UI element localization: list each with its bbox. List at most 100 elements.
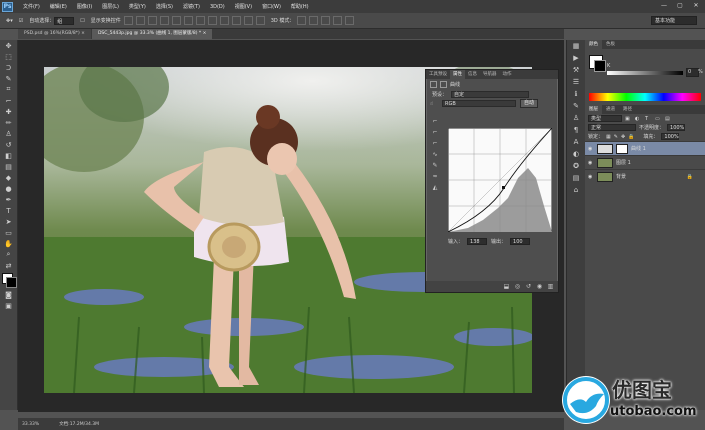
filter-pixel-icon[interactable]: ▣ <box>625 116 632 122</box>
shape-tool-icon[interactable]: ▭ <box>0 227 17 238</box>
distribute-right-icon[interactable] <box>255 16 265 25</box>
auto-select-checkbox[interactable]: ☑ <box>19 18 23 24</box>
align-bottom-icon[interactable] <box>147 16 157 25</box>
preset-dropdown[interactable]: 自定 <box>451 91 530 98</box>
layer-kind-filter[interactable]: 类型 <box>588 115 622 122</box>
type-tool-icon[interactable]: T <box>0 205 17 216</box>
output-field[interactable]: 100 <box>510 238 531 245</box>
black-point-eyedropper-icon[interactable]: ⌐ <box>430 118 440 129</box>
clone-source-panel-icon[interactable]: ♙ <box>567 112 585 124</box>
tab-swatches[interactable]: 色板 <box>602 40 619 49</box>
clipping-warning-icon[interactable]: ◭ <box>430 184 440 195</box>
menu-type[interactable]: 类型(Y) <box>129 3 146 10</box>
color-swatches-icon[interactable] <box>0 271 17 289</box>
zoom-tool-icon[interactable]: ⌕ <box>0 249 17 260</box>
distribute-bottom-icon[interactable] <box>219 16 229 25</box>
zoom-level[interactable]: 33.33% <box>22 422 39 427</box>
distribute-left-icon[interactable] <box>231 16 241 25</box>
tab-properties[interactable]: 属性 <box>450 70 465 79</box>
view-previous-icon[interactable]: ◎ <box>514 283 521 290</box>
slide-3d-icon[interactable] <box>333 16 343 25</box>
eyedropper-tool-icon[interactable]: ⌐ <box>0 95 17 106</box>
tab-tool-presets[interactable]: 工具预设 <box>426 70 450 79</box>
align-left-icon[interactable] <box>159 16 169 25</box>
scale-3d-icon[interactable] <box>345 16 355 25</box>
blend-mode-dropdown[interactable]: 正常 <box>588 124 636 131</box>
marquee-tool-icon[interactable]: ⬚ <box>0 51 17 62</box>
layer-row-layer-1[interactable]: ◉ 图层 1 <box>585 155 705 169</box>
lock-all-icon[interactable]: 🔒 <box>628 134 634 140</box>
tool-presets-panel-icon[interactable]: ⚒ <box>567 64 585 76</box>
actions-panel-icon[interactable]: ▶ <box>567 52 585 64</box>
paths-panel-icon[interactable]: ⌂ <box>567 184 585 196</box>
tab-actions[interactable]: 动作 <box>500 70 515 79</box>
k-slider[interactable] <box>607 71 683 75</box>
menu-help[interactable]: 帮助(H) <box>291 3 309 10</box>
rotate-3d-icon[interactable] <box>297 16 307 25</box>
history-panel-icon[interactable]: ▦ <box>567 40 585 52</box>
clip-to-layer-icon[interactable]: ⬓ <box>503 283 510 290</box>
lock-pixels-icon[interactable]: ▦ <box>606 134 611 140</box>
crop-tool-icon[interactable]: ⌗ <box>0 84 17 95</box>
properties-panel-icon[interactable]: ☰ <box>567 76 585 88</box>
info-panel-icon[interactable]: ℹ <box>567 88 585 100</box>
screen-mode-icon[interactable]: ▣ <box>0 300 17 311</box>
visibility-icon[interactable]: ◉ <box>536 283 543 290</box>
path-select-tool-icon[interactable]: ➤ <box>0 216 17 227</box>
mask-icon[interactable] <box>440 81 447 88</box>
delete-icon[interactable]: ▥ <box>547 283 554 290</box>
gradient-tool-icon[interactable]: ▤ <box>0 161 17 172</box>
minimize-button[interactable]: — <box>659 2 669 10</box>
brush-panel-icon[interactable]: ✎ <box>567 100 585 112</box>
styles-panel-icon[interactable]: ✪ <box>567 160 585 172</box>
quick-select-tool-icon[interactable]: ✎ <box>0 73 17 84</box>
tab-info[interactable]: 信息 <box>465 70 480 79</box>
tab-channels[interactable]: 通道 <box>602 105 619 114</box>
menu-window[interactable]: 窗口(W) <box>262 3 281 10</box>
pen-tool-icon[interactable]: ✒ <box>0 194 17 205</box>
drag-3d-icon[interactable] <box>321 16 331 25</box>
clone-stamp-tool-icon[interactable]: ♙ <box>0 128 17 139</box>
color-spectrum[interactable] <box>589 93 701 101</box>
filter-smart-icon[interactable]: ▤ <box>665 116 672 122</box>
filter-adjustment-icon[interactable]: ◐ <box>635 116 642 122</box>
input-field[interactable]: 138 <box>467 238 488 245</box>
channel-dropdown[interactable]: RGB <box>442 100 516 107</box>
history-brush-tool-icon[interactable]: ↺ <box>0 139 17 150</box>
pencil-draw-icon[interactable]: ✎ <box>430 162 440 173</box>
distribute-center-icon[interactable] <box>243 16 253 25</box>
auto-button[interactable]: 自动 <box>520 99 539 108</box>
swap-colors-icon[interactable]: ⇄ <box>0 260 17 271</box>
distribute-top-icon[interactable] <box>195 16 205 25</box>
move-tool-icon[interactable]: ✥ <box>0 40 17 51</box>
lock-position-icon[interactable]: ✎ <box>614 134 618 140</box>
target-adjust-icon[interactable]: ☝ <box>430 101 438 107</box>
dodge-tool-icon[interactable]: ● <box>0 183 17 194</box>
tab-layers[interactable]: 图层 <box>585 105 602 114</box>
background-color-swatch[interactable] <box>594 60 606 72</box>
eye-icon[interactable]: ◉ <box>588 146 594 152</box>
close-button[interactable]: ✕ <box>691 2 701 10</box>
menu-edit[interactable]: 编辑(E) <box>50 3 67 10</box>
layer-row-background[interactable]: ◉ 背景 🔒 <box>585 169 705 183</box>
brush-tool-icon[interactable]: ✏ <box>0 117 17 128</box>
align-middle-icon[interactable] <box>135 16 145 25</box>
white-point-eyedropper-icon[interactable]: ⌐ <box>430 140 440 151</box>
distribute-middle-icon[interactable] <box>207 16 217 25</box>
mask-thumbnail[interactable] <box>616 143 628 154</box>
filter-shape-icon[interactable]: ▭ <box>655 116 662 122</box>
quick-mask-icon[interactable]: ◙ <box>0 289 17 300</box>
hand-tool-icon[interactable]: ✋ <box>0 238 17 249</box>
paragraph-panel-icon[interactable]: ¶ <box>567 124 585 136</box>
lasso-tool-icon[interactable]: ᑐ <box>0 62 17 73</box>
menu-image[interactable]: 图像(I) <box>77 3 92 10</box>
gray-point-eyedropper-icon[interactable]: ⌐ <box>430 129 440 140</box>
move-tool-icon[interactable]: ✥▾ <box>6 18 13 24</box>
menu-file[interactable]: 文件(F) <box>23 3 40 10</box>
workspace-dropdown[interactable]: 基本功能 <box>651 16 697 25</box>
lock-move-icon[interactable]: ✥ <box>621 134 625 140</box>
align-right-icon[interactable] <box>183 16 193 25</box>
opacity-field[interactable]: 100% <box>667 124 686 131</box>
auto-select-dropdown[interactable]: 组 <box>54 16 75 25</box>
adjustments-panel-icon[interactable]: ◐ <box>567 148 585 160</box>
